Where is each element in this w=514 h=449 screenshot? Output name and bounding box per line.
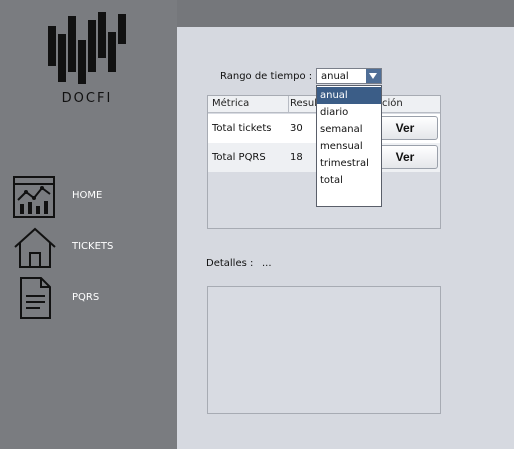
column-header-result[interactable]: Resul — [290, 98, 317, 109]
sidebar: DOCFI HOME TICKETS PQRS — [0, 0, 177, 449]
time-range-selected-value: anual — [321, 71, 349, 82]
details-label: Detalles : — [206, 258, 254, 269]
document-icon — [20, 277, 51, 319]
docfi-logo: DOCFI — [46, 12, 128, 107]
top-bar — [177, 0, 514, 27]
time-range-select[interactable]: anual — [316, 68, 382, 84]
chevron-down-icon[interactable] — [366, 69, 381, 83]
details-value: ... — [262, 258, 272, 269]
column-header-metric[interactable]: Métrica — [212, 98, 249, 109]
sidebar-item-home[interactable]: HOME — [12, 174, 172, 220]
sidebar-item-label: TICKETS — [72, 241, 114, 252]
result-cell: 30 — [290, 123, 303, 134]
result-cell: 18 — [290, 152, 303, 163]
sidebar-item-label: HOME — [72, 190, 103, 201]
dropdown-option-mensual[interactable]: mensual — [317, 138, 381, 155]
metric-cell: Total PQRS — [212, 152, 266, 163]
dropdown-option-anual[interactable]: anual — [317, 87, 381, 104]
column-header-action[interactable]: ción — [382, 98, 403, 109]
details-panel — [207, 286, 441, 414]
house-icon — [14, 227, 56, 268]
dashboard-icon — [13, 176, 55, 218]
metric-cell: Total tickets — [212, 123, 272, 134]
sidebar-item-tickets[interactable]: TICKETS — [12, 225, 172, 271]
time-range-label: Rango de tiempo : — [220, 71, 313, 82]
dropdown-option-semanal[interactable]: semanal — [317, 121, 381, 138]
sidebar-item-label: PQRS — [72, 292, 100, 303]
logo-bars-icon — [48, 12, 126, 84]
brand-name: DOCFI — [61, 91, 113, 106]
dropdown-option-diario[interactable]: diario — [317, 104, 381, 121]
column-divider — [288, 96, 289, 113]
dropdown-option-total[interactable]: total — [317, 172, 381, 189]
dropdown-option-trimestral[interactable]: trimestral — [317, 155, 381, 172]
sidebar-item-pqrs[interactable]: PQRS — [12, 276, 172, 322]
time-range-dropdown-list: anual diario semanal mensual trimestral … — [316, 85, 382, 207]
